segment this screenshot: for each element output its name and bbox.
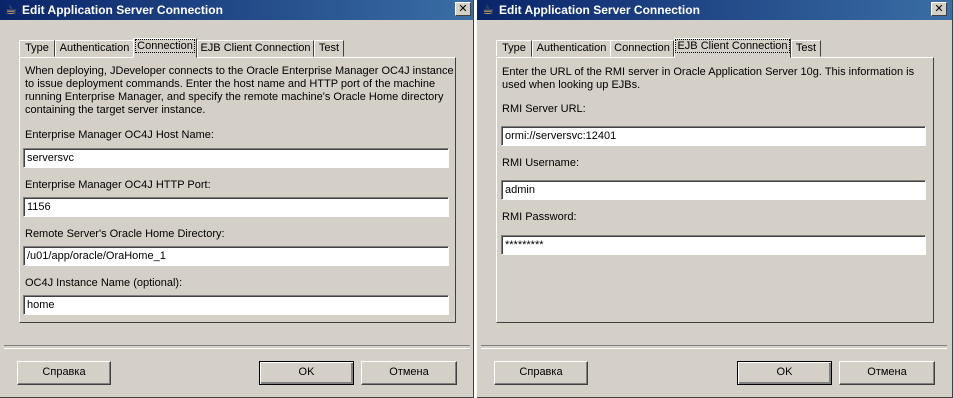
right-cancel-button[interactable]: Отмена	[839, 361, 935, 385]
right-title-bar[interactable]: ☕ Edit Application Server Connection	[477, 0, 952, 20]
right-tab-ejb-client-connection[interactable]: EJB Client Connection	[674, 38, 791, 58]
left-tab-type[interactable]: Type	[19, 40, 55, 57]
oracle-home-label: Remote Server's Oracle Home Directory:	[25, 228, 225, 240]
left-close-button[interactable]: ✕	[455, 2, 471, 16]
rmi-username-input[interactable]: admin	[501, 180, 926, 200]
right-ok-button[interactable]: OK	[737, 361, 832, 385]
host-name-label: Enterprise Manager OC4J Host Name:	[25, 129, 214, 141]
host-name-input[interactable]: serversvc	[23, 148, 449, 168]
left-ok-button[interactable]: OK	[259, 361, 354, 385]
oracle-home-input[interactable]: /u01/app/oracle/OraHome_1	[23, 246, 449, 266]
instance-name-input[interactable]: home	[23, 295, 449, 315]
right-tab-authentication[interactable]: Authentication	[532, 40, 611, 57]
right-dialog-title: Edit Application Server Connection	[499, 3, 700, 17]
instance-name-label: OC4J Instance Name (optional):	[25, 277, 183, 289]
left-help-button[interactable]: Справка	[17, 361, 111, 385]
right-close-button[interactable]: ✕	[931, 2, 947, 16]
right-tab-connection[interactable]: Connection	[610, 40, 674, 57]
right-tab-type[interactable]: Type	[496, 40, 532, 57]
left-dialog-title: Edit Application Server Connection	[22, 3, 223, 17]
rmi-url-input[interactable]: ormi://serversvc:12401	[501, 126, 926, 146]
right-dialog-window: ☕ Edit Application Server Connection ✕ T…	[477, 0, 953, 398]
close-icon: ✕	[458, 3, 468, 15]
left-title-bar[interactable]: ☕ Edit Application Server Connection	[0, 0, 473, 20]
rmi-username-label: RMI Username:	[502, 157, 580, 169]
left-description: When deploying, JDeveloper connects to t…	[25, 65, 454, 116]
java-cup-icon: ☕	[482, 2, 494, 17]
rmi-url-label: RMI Server URL:	[502, 103, 586, 115]
http-port-label: Enterprise Manager OC4J HTTP Port:	[25, 179, 211, 191]
right-help-button[interactable]: Справка	[494, 361, 588, 385]
left-tab-ejb-client-connection[interactable]: EJB Client Connection	[197, 40, 314, 57]
left-tab-connection[interactable]: Connection	[133, 38, 197, 58]
close-icon: ✕	[934, 3, 944, 15]
right-tab-test[interactable]: Test	[791, 40, 821, 57]
rmi-password-label: RMI Password:	[502, 211, 577, 223]
java-cup-icon: ☕	[5, 2, 17, 17]
right-button-separator	[481, 345, 947, 349]
http-port-input[interactable]: 1156	[23, 197, 449, 217]
left-tab-authentication[interactable]: Authentication	[55, 40, 134, 57]
left-tab-test[interactable]: Test	[314, 40, 344, 57]
left-dialog-window: ☕ Edit Application Server Connection ✕ T…	[0, 0, 474, 398]
right-description: Enter the URL of the RMI server in Oracl…	[502, 66, 915, 91]
rmi-password-input[interactable]: *********	[501, 235, 926, 255]
left-cancel-button[interactable]: Отмена	[361, 361, 457, 385]
left-button-separator	[4, 345, 470, 349]
